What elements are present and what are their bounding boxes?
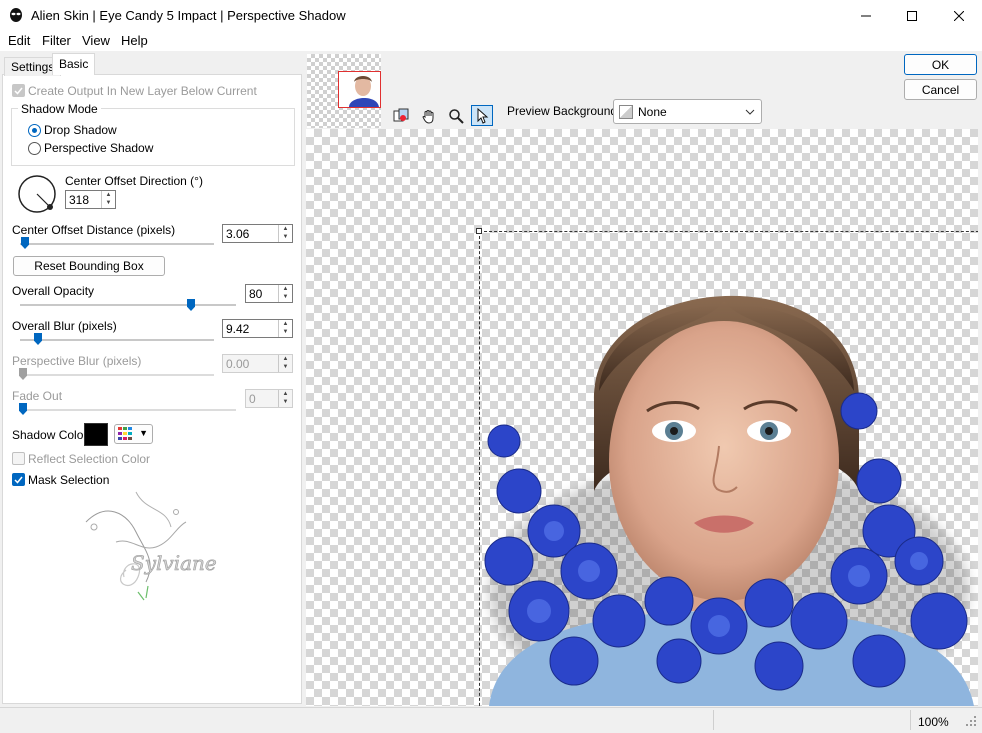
perspective-blur-label: Perspective Blur (pixels) [12, 354, 142, 368]
spin-down-icon[interactable]: ▼ [102, 199, 115, 207]
maximize-button[interactable] [889, 0, 935, 31]
preview-canvas[interactable] [306, 129, 978, 706]
create-output-checkbox[interactable] [12, 84, 25, 97]
center-offset-direction-label: Center Offset Direction (°) [65, 174, 203, 188]
reflect-selection-color-checkbox[interactable] [12, 452, 25, 465]
spin-up-icon[interactable]: ▲ [279, 355, 292, 363]
perspective-blur-value: 0.00 [226, 357, 250, 371]
drop-shadow-label: Drop Shadow [44, 123, 117, 137]
reflect-selection-color-label: Reflect Selection Color [28, 452, 151, 466]
magnifier-icon [449, 108, 464, 124]
perspective-blur-slider[interactable] [20, 374, 214, 376]
fade-out-label: Fade Out [12, 389, 63, 403]
hand-icon [422, 109, 434, 124]
arrow-pointer-icon [477, 107, 489, 124]
fade-out-slider[interactable] [20, 409, 236, 411]
center-offset-distance-label: Center Offset Distance (pixels) [12, 223, 176, 237]
hand-tool-button[interactable] [418, 105, 440, 126]
status-divider [713, 710, 714, 730]
drop-shadow-radio[interactable] [28, 124, 41, 137]
spin-up-icon[interactable]: ▲ [279, 320, 292, 328]
menu-filter[interactable]: Filter [42, 33, 71, 48]
status-bar [0, 707, 982, 733]
center-offset-distance-slider[interactable] [20, 243, 214, 245]
shadow-mode-group [11, 108, 295, 166]
center-offset-direction-value: 318 [69, 193, 90, 207]
sylviane-watermark: Sylviane [76, 482, 226, 602]
spin-up-icon[interactable]: ▲ [279, 285, 292, 293]
center-offset-direction-input[interactable]: 318 ▲ ▼ [65, 190, 116, 209]
preview-image [484, 295, 974, 706]
spin-up-icon[interactable]: ▲ [102, 191, 115, 199]
shadow-mode-title: Shadow Mode [18, 102, 101, 116]
direction-dial[interactable] [17, 174, 57, 214]
navigator-view-frame[interactable] [338, 71, 381, 108]
fade-out-value: 0 [249, 392, 256, 406]
cancel-button[interactable]: Cancel [904, 79, 977, 100]
status-divider [910, 710, 911, 730]
pointer-tool-button[interactable] [471, 105, 493, 126]
preview-background-dropdown[interactable]: None [613, 99, 762, 124]
preview-background-label: Preview Background: [507, 104, 621, 118]
resize-grip-icon[interactable] [964, 714, 978, 731]
zoom-tool-button[interactable] [445, 105, 467, 126]
shadow-color-label: Shadow Color [12, 428, 88, 442]
ok-button[interactable]: OK [904, 54, 977, 75]
navigator-thumbnail[interactable] [307, 54, 381, 128]
spin-up-icon[interactable]: ▲ [279, 225, 292, 233]
alien-skin-icon [8, 7, 24, 23]
compare-icon [393, 108, 409, 121]
window-title: Alien Skin | Eye Candy 5 Impact | Perspe… [31, 8, 346, 23]
color-picker-button[interactable]: ▼ [114, 424, 153, 444]
center-offset-distance-value: 3.06 [226, 227, 250, 241]
checkmark-icon [14, 476, 23, 484]
spin-down-icon[interactable]: ▼ [279, 233, 292, 241]
spin-down-icon[interactable]: ▼ [279, 293, 292, 301]
overall-opacity-input[interactable]: 80 ▲ ▼ [245, 284, 293, 303]
fade-out-input[interactable]: 0 ▲ ▼ [245, 389, 293, 408]
close-button[interactable] [936, 0, 982, 31]
none-swatch-icon [619, 105, 633, 119]
spin-down-icon[interactable]: ▼ [279, 363, 292, 371]
spin-up-icon[interactable]: ▲ [279, 390, 292, 398]
overall-blur-label: Overall Blur (pixels) [12, 319, 117, 333]
preview-split-button[interactable] [390, 105, 412, 126]
dropdown-arrow-icon: ▼ [139, 428, 148, 438]
spin-down-icon[interactable]: ▼ [279, 398, 292, 406]
overall-blur-slider[interactable] [20, 339, 214, 341]
close-icon [954, 10, 964, 21]
overall-blur-value: 9.42 [226, 322, 250, 336]
minimize-button[interactable] [843, 0, 889, 31]
tab-basic[interactable]: Basic [52, 53, 96, 75]
create-output-label: Create Output In New Layer Below Current [28, 84, 257, 98]
reset-bounding-box-button[interactable]: Reset Bounding Box [13, 256, 165, 276]
chevron-down-icon [745, 106, 755, 120]
menu-view[interactable]: View [82, 33, 110, 48]
perspective-blur-input[interactable]: 0.00 ▲ ▼ [222, 354, 293, 373]
spin-down-icon[interactable]: ▼ [279, 328, 292, 336]
zoom-level: 100% [918, 715, 949, 729]
overall-blur-input[interactable]: 9.42 ▲ ▼ [222, 319, 293, 338]
perspective-shadow-radio[interactable] [28, 142, 41, 155]
center-offset-distance-input[interactable]: 3.06 ▲ ▼ [222, 224, 293, 243]
mask-selection-checkbox[interactable] [12, 473, 25, 486]
preview-background-value: None [638, 105, 667, 119]
watermark-text: Sylviane [131, 551, 217, 575]
overall-opacity-value: 80 [249, 287, 263, 301]
menu-help[interactable]: Help [121, 33, 148, 48]
shadow-color-swatch[interactable] [84, 423, 108, 446]
perspective-shadow-label: Perspective Shadow [44, 141, 154, 155]
overall-opacity-label: Overall Opacity [12, 284, 95, 298]
color-grid-icon [118, 427, 132, 440]
overall-opacity-slider[interactable] [20, 304, 236, 306]
menu-edit[interactable]: Edit [8, 33, 30, 48]
